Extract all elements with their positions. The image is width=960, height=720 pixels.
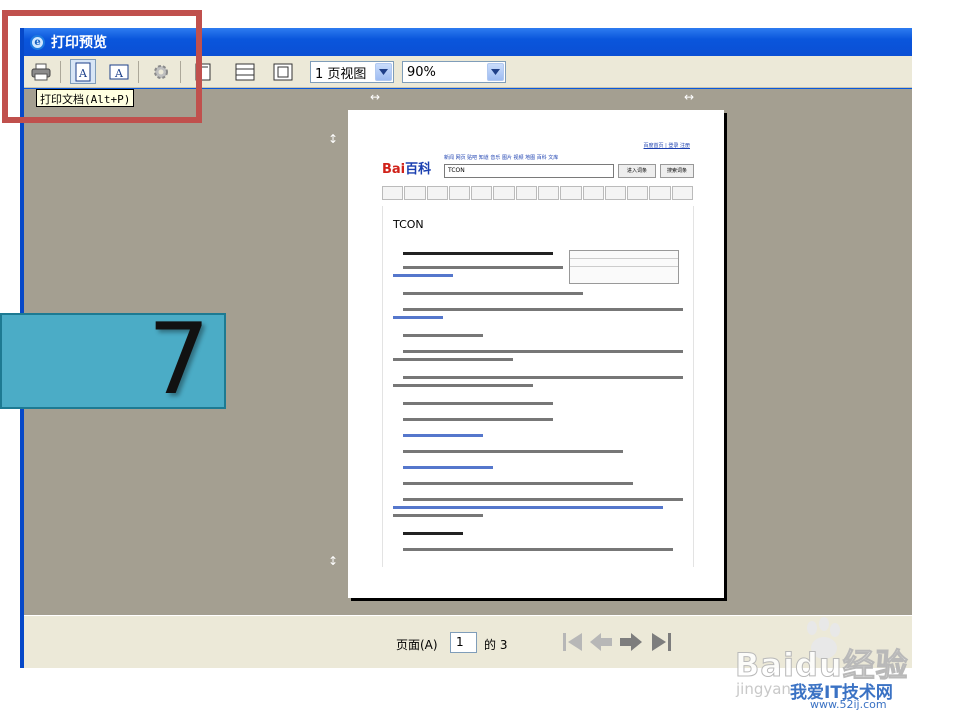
view-select-value: 1 页视图: [315, 66, 367, 82]
page-number-input[interactable]: 1: [450, 632, 477, 653]
last-page-button[interactable]: [648, 630, 674, 654]
previous-page-button[interactable]: [588, 630, 614, 654]
article-body: TCON: [382, 206, 694, 567]
top-links: 百度首页 | 登录 注册: [643, 143, 690, 149]
page-count-label: 的 3: [484, 638, 508, 652]
info-table: [569, 250, 679, 284]
watermark-sub: jingyan: [736, 680, 791, 698]
category-tabs: [382, 186, 694, 202]
bottom-margin-handle[interactable]: ↕: [328, 555, 338, 567]
first-page-button[interactable]: [560, 630, 586, 654]
full-page-icon: [273, 63, 293, 80]
first-page-icon: [563, 633, 582, 651]
step-number: 7: [147, 303, 210, 417]
search-entry-button: 搜索词条: [660, 164, 694, 178]
nav-links: 新闻 网页 贴吧 知道 音乐 图片 视频 地图 百科 文库: [444, 155, 559, 161]
baidu-baike-logo: Bai百科: [382, 162, 432, 177]
highlight-box: [2, 10, 202, 123]
arrow-left-icon: [590, 633, 612, 651]
full-width-icon: [235, 63, 255, 80]
view-select[interactable]: 1 页视图: [310, 61, 394, 83]
chevron-down-icon: [375, 63, 392, 81]
watermark-url: www.52ij.com: [810, 698, 887, 711]
step-number-badge: 7: [0, 303, 226, 417]
right-margin-handle[interactable]: ↔: [684, 91, 694, 103]
document-content: 百度首页 | 登录 注册 新闻 网页 贴吧 知道 音乐 图片 视频 地图 百科 …: [382, 142, 694, 567]
page-label: 页面(A): [396, 638, 438, 652]
doc-search-box: TCON: [444, 164, 614, 178]
chevron-down-icon: [487, 63, 504, 81]
left-margin-handle[interactable]: ↔: [370, 91, 380, 103]
next-page-button[interactable]: [618, 630, 644, 654]
article-title: TCON: [393, 218, 424, 231]
arrow-right-icon: [620, 633, 642, 651]
top-margin-handle[interactable]: ↕: [328, 133, 338, 145]
zoom-select[interactable]: 90%: [402, 61, 506, 83]
full-page-button[interactable]: [270, 59, 296, 84]
enter-entry-button: 进入词条: [618, 164, 656, 178]
last-page-icon: [652, 633, 671, 651]
page-preview: 百度首页 | 登录 注册 新闻 网页 贴吧 知道 音乐 图片 视频 地图 百科 …: [348, 110, 724, 598]
full-width-button[interactable]: [232, 59, 258, 84]
zoom-select-value: 90%: [407, 64, 436, 80]
